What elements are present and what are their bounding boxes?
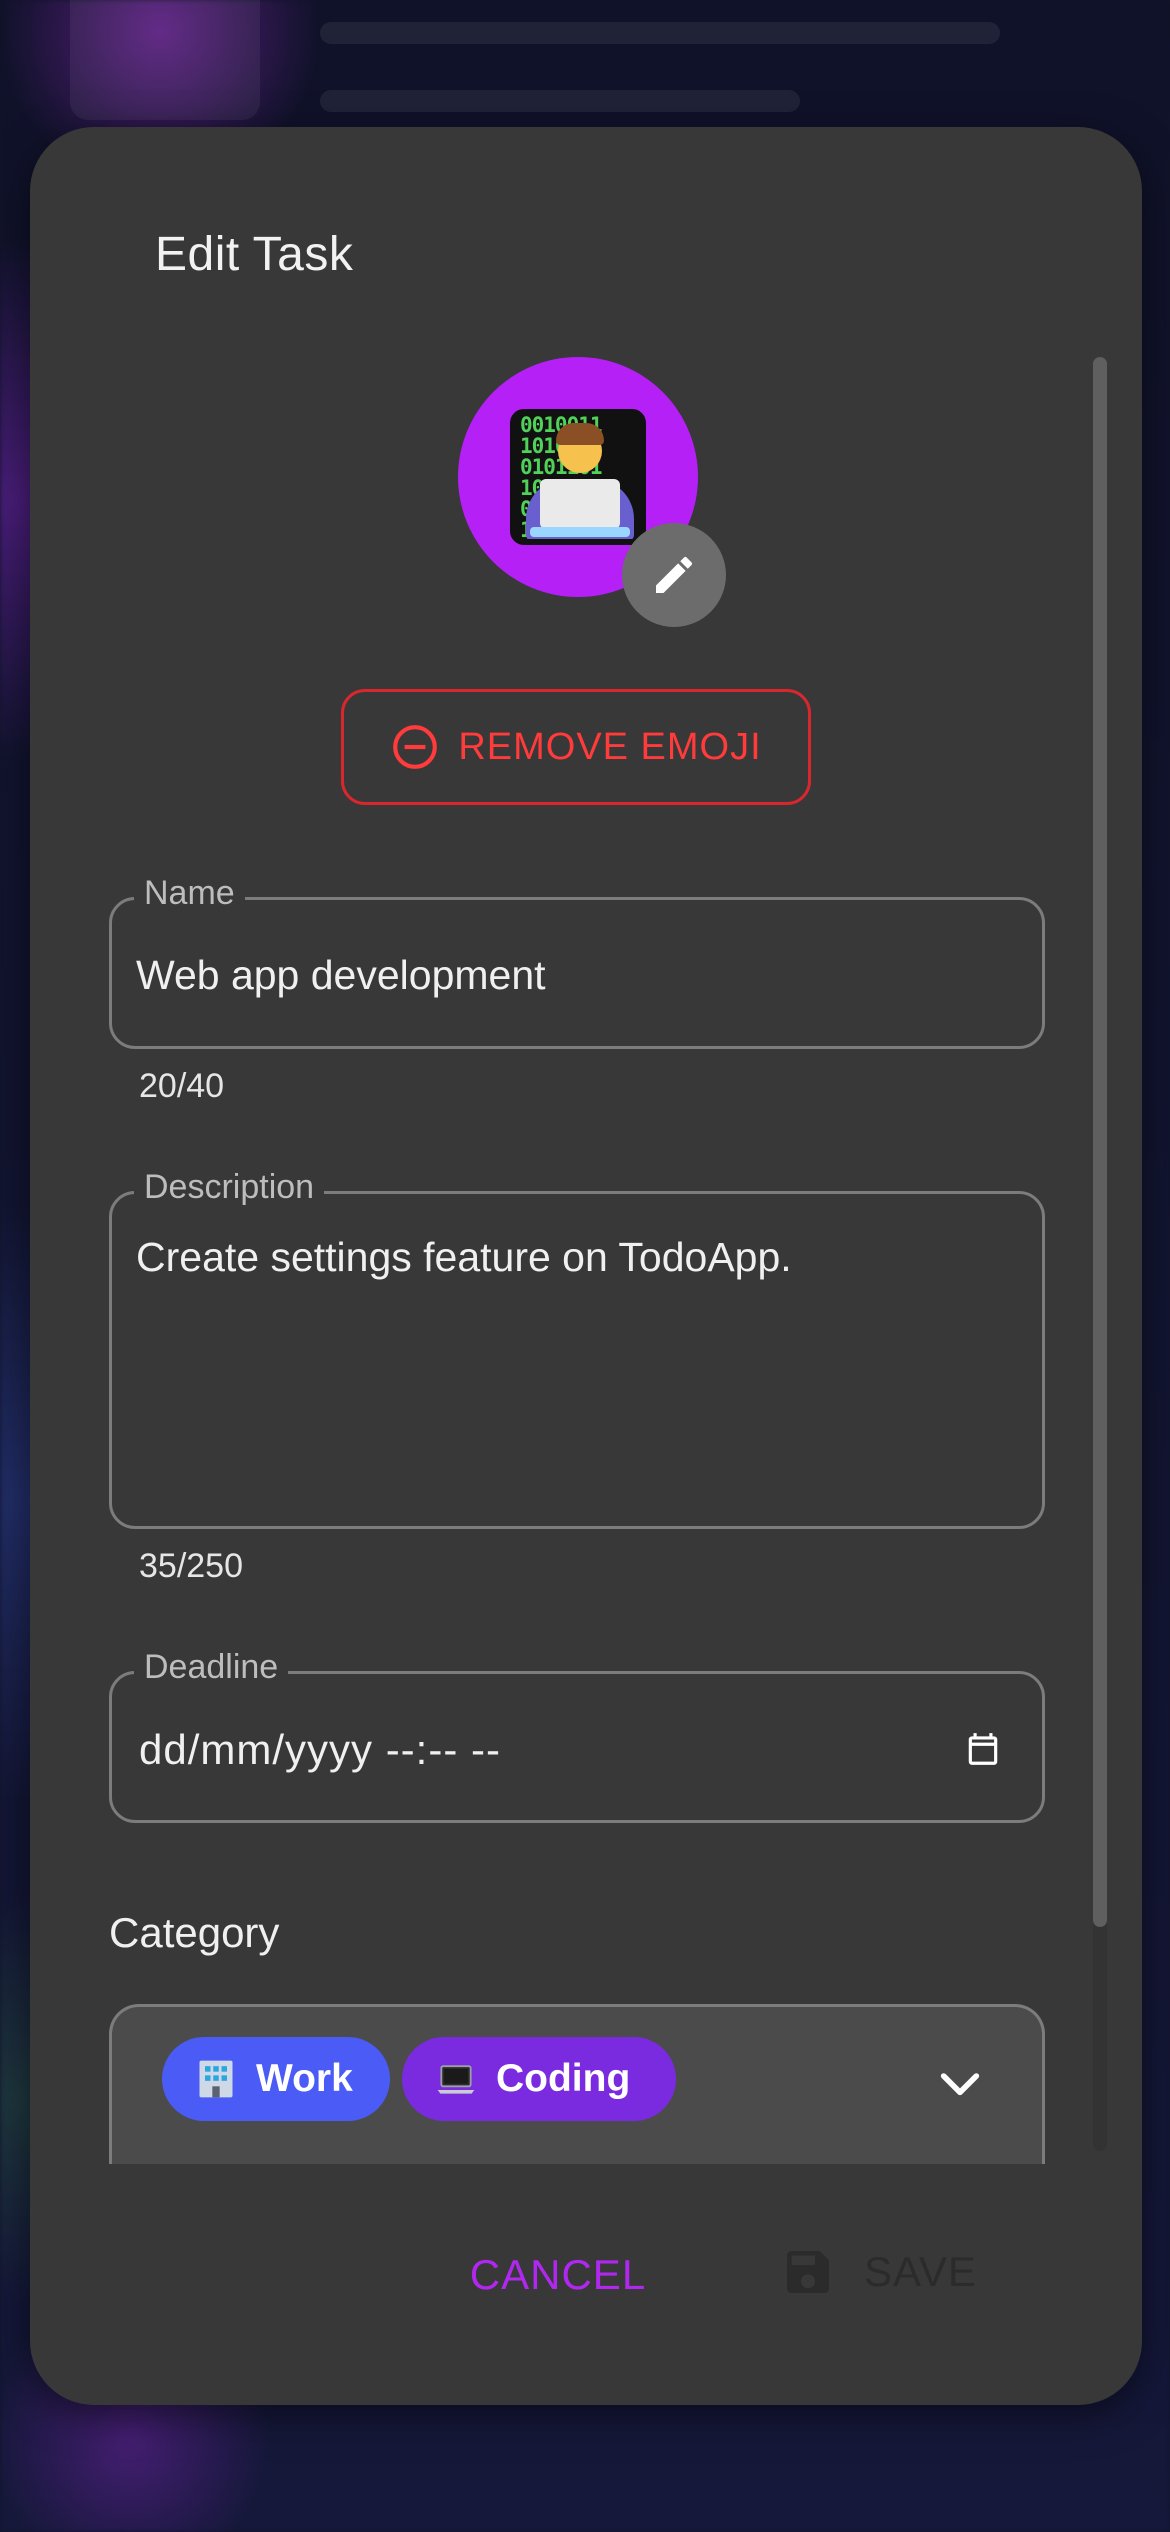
category-chip-label: Work [256, 2057, 353, 2100]
pencil-icon [656, 556, 693, 593]
save-icon [787, 2251, 829, 2293]
deadline-input[interactable]: dd/mm/yyyy --:-- -- [139, 1726, 501, 1774]
edit-emoji-button[interactable] [622, 523, 726, 627]
chevron-down-icon[interactable] [932, 2055, 988, 2111]
laptop-icon [434, 2057, 478, 2101]
save-label: SAVE [864, 2248, 977, 2295]
background-task-card [70, 0, 260, 120]
technologist-emoji-icon: 0010011 1010011 0101101 1001001 0101010 … [510, 409, 646, 545]
cancel-button[interactable]: CANCEL [443, 2235, 673, 2315]
dialog-title: Edit Task [155, 228, 354, 281]
description-textarea[interactable]: Create settings feature on TodoApp. [136, 1234, 792, 1281]
description-field[interactable]: Description Create settings feature on T… [109, 1168, 1045, 1529]
calendar-icon[interactable] [964, 1730, 1002, 1768]
name-field[interactable]: Name Web app development [109, 874, 1045, 1049]
scrollbar-track[interactable] [1093, 357, 1107, 2151]
category-chip-label: Coding [496, 2057, 631, 2100]
remove-circle-icon [393, 725, 438, 769]
scrollbar-thumb[interactable] [1093, 357, 1107, 1927]
description-field-label: Description [134, 1168, 325, 1207]
office-building-icon [194, 2057, 238, 2101]
remove-emoji-button[interactable]: REMOVE EMOJI [341, 689, 811, 805]
deadline-field[interactable]: Deadline dd/mm/yyyy --:-- -- [109, 1648, 1045, 1823]
edit-task-dialog: Edit Task 0010011 1010011 0101101 100100… [30, 127, 1142, 2405]
name-char-counter: 20/40 [139, 1067, 225, 1105]
name-input[interactable]: Web app development [136, 952, 546, 999]
category-chip-coding[interactable]: Coding [402, 2037, 676, 2121]
save-button[interactable]: SAVE [780, 2227, 1020, 2317]
name-field-label: Name [134, 874, 245, 913]
background-text-line [320, 22, 1000, 44]
background-text-line [320, 90, 800, 112]
deadline-field-label: Deadline [134, 1648, 289, 1687]
category-title: Category [109, 1909, 280, 1956]
category-chip-work[interactable]: Work [162, 2037, 390, 2121]
category-select[interactable]: Work Coding [109, 2004, 1045, 2164]
remove-emoji-label: REMOVE EMOJI [458, 725, 762, 768]
description-char-counter: 35/250 [139, 1547, 243, 1585]
